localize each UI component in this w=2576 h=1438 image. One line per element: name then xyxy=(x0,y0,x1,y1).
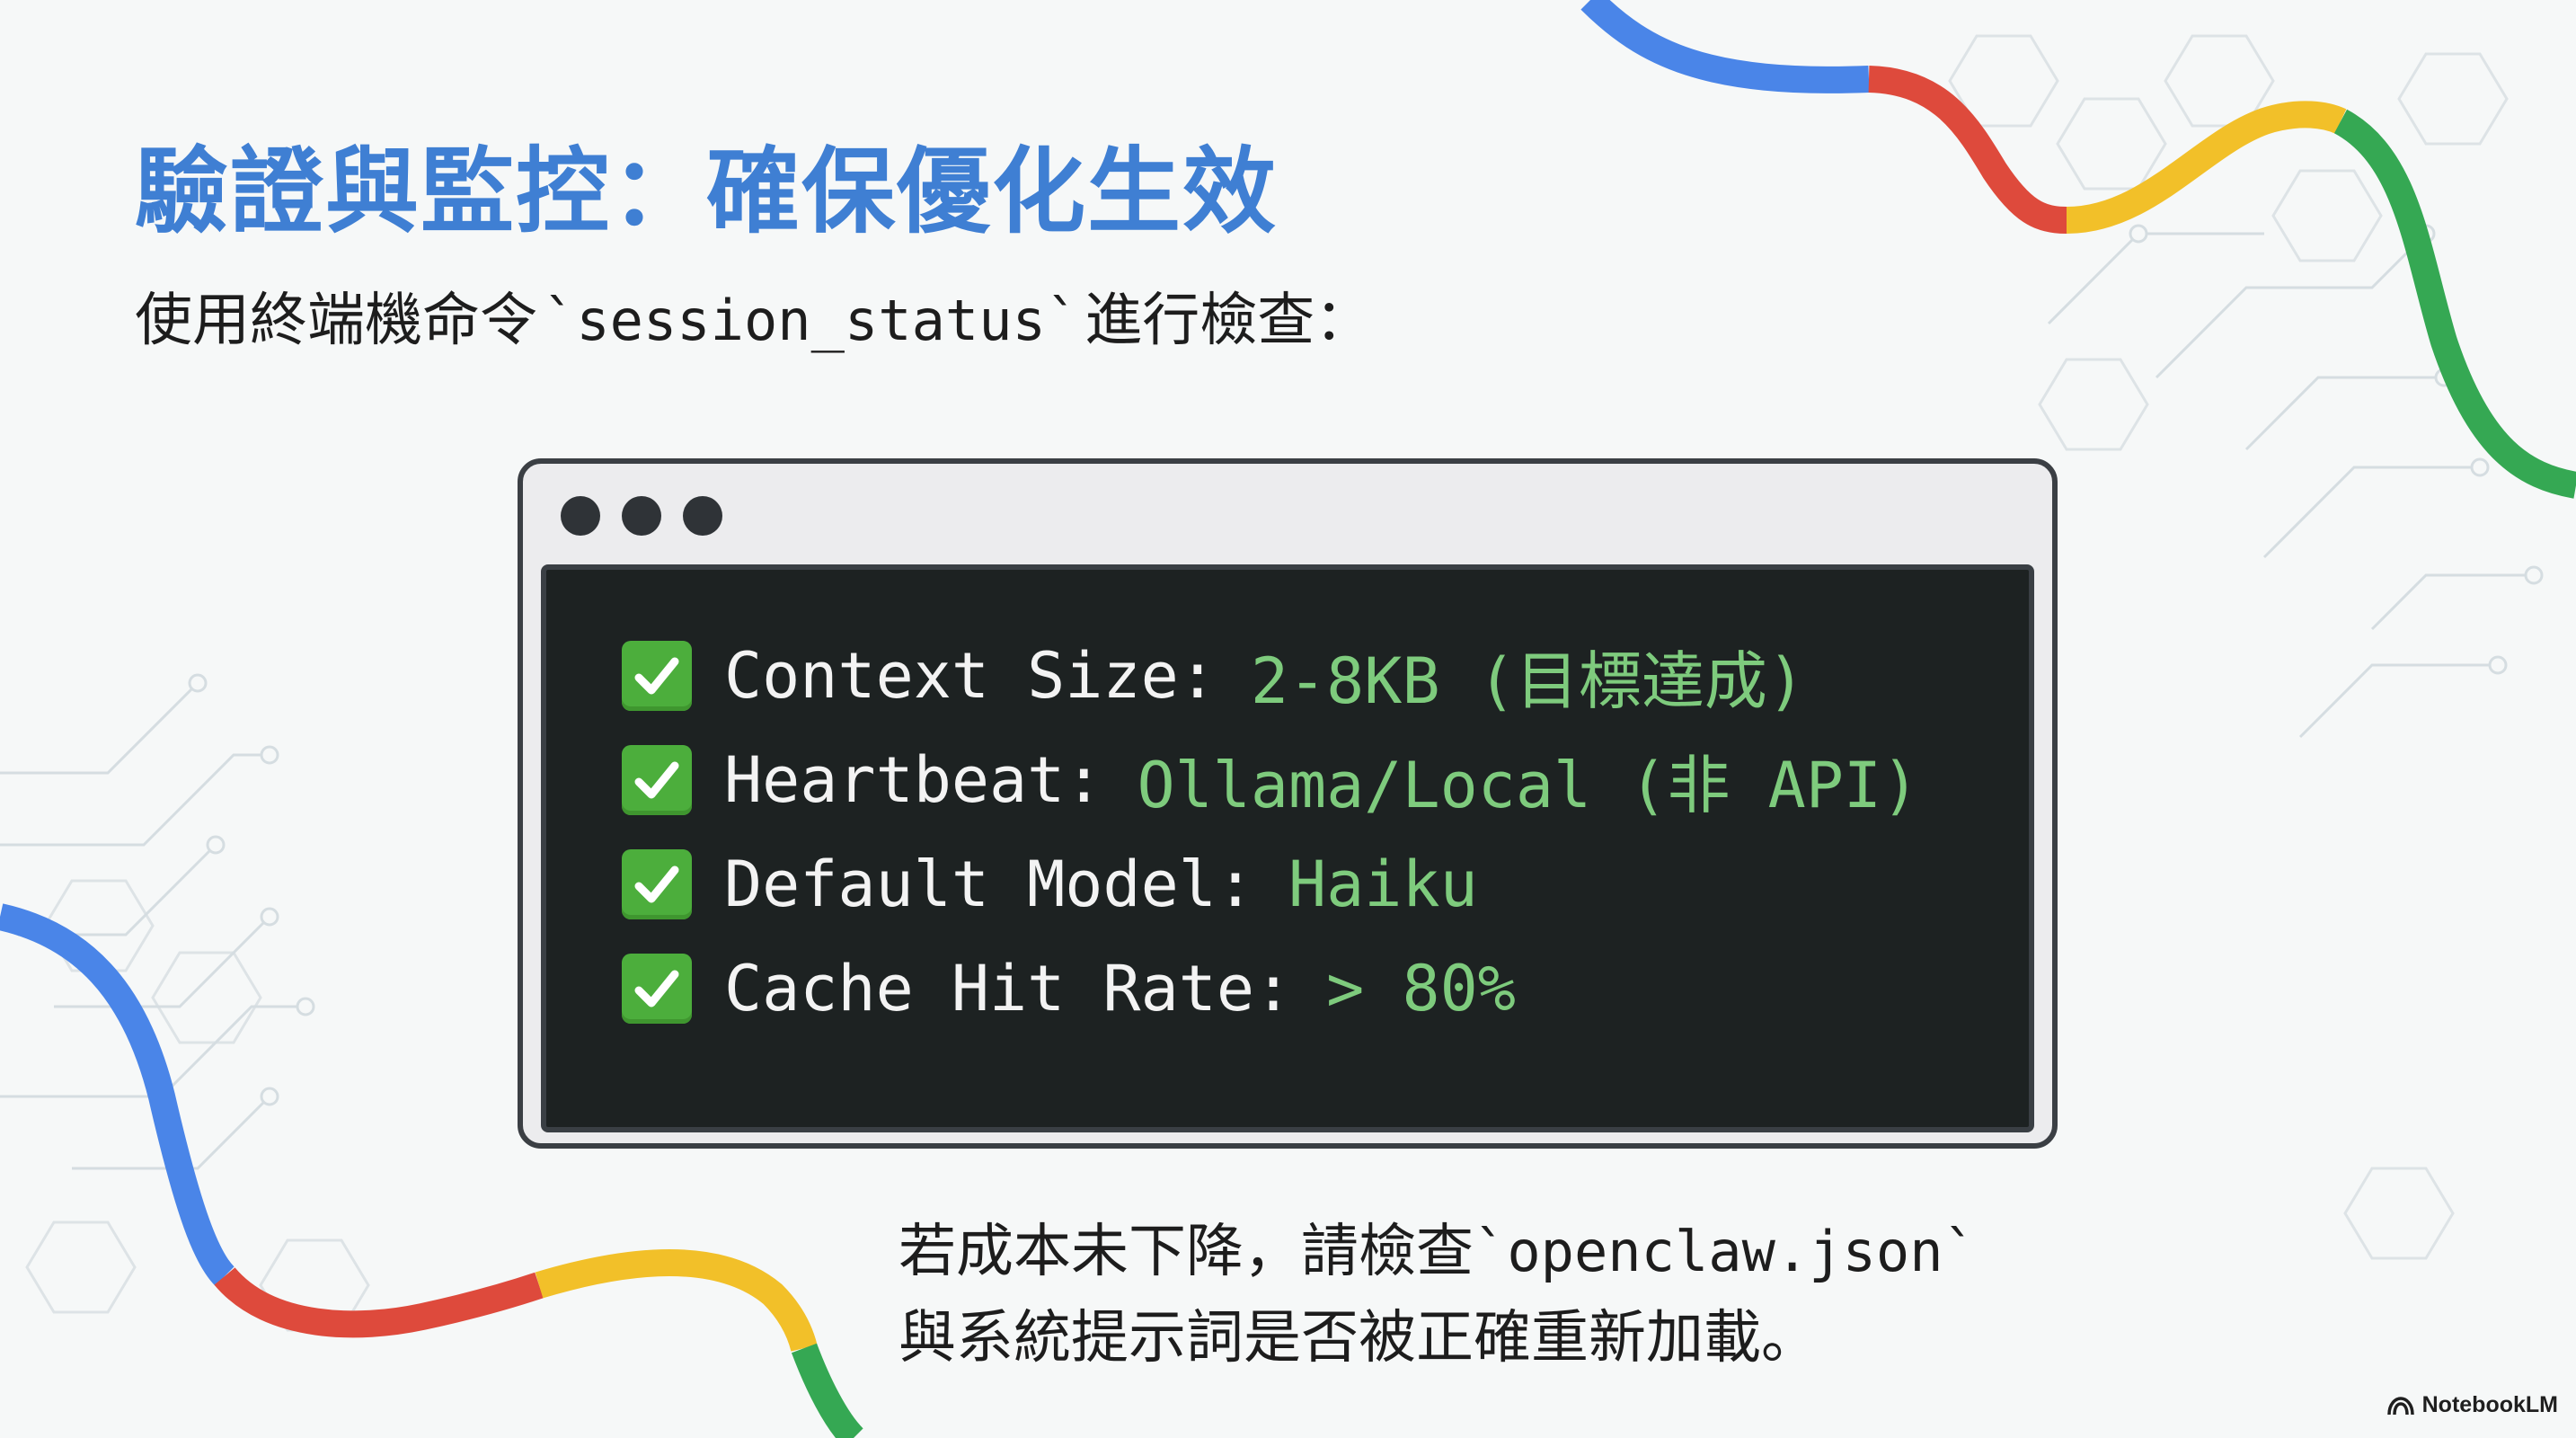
window-dot-icon xyxy=(622,496,661,536)
brand-name: NotebookLM xyxy=(2421,1392,2558,1417)
status-line-heartbeat: Heartbeat: Ollama/Local (非 API) xyxy=(546,728,2029,832)
subtitle: 使用終端機命令 `session_status` 進行檢查： xyxy=(135,274,1372,357)
window-dot-icon xyxy=(561,496,600,536)
status-value: 2-8KB (目標達成) xyxy=(1250,644,1806,718)
status-line-cache-hit-rate: Cache Hit Rate: > 80% xyxy=(546,936,2029,1041)
status-key: Context Size: xyxy=(724,639,1217,713)
status-value: Ollama/Local (非 API) xyxy=(1137,748,1920,822)
status-line-default-model: Default Model: Haiku xyxy=(546,832,2029,936)
green-checkmark-icon xyxy=(622,954,692,1024)
green-checkmark-icon xyxy=(622,641,692,711)
terminal-screen: Context Size: 2-8KB (目標達成) Heartbeat: Ol… xyxy=(541,564,2034,1132)
status-line-context-size: Context Size: 2-8KB (目標達成) xyxy=(546,624,2029,728)
status-value: Haiku xyxy=(1288,848,1478,921)
status-key: Default Model: xyxy=(724,848,1255,921)
status-key: Cache Hit Rate: xyxy=(724,952,1293,1025)
window-controls xyxy=(561,496,722,536)
subtitle-suffix: 進行檢查： xyxy=(1084,288,1373,354)
footer-line-1: 若成本未下降，請檢查`openclaw.json` xyxy=(899,1209,1977,1295)
green-checkmark-icon xyxy=(622,849,692,919)
footer-line-1-prefix: 若成本未下降，請檢查 xyxy=(899,1219,1474,1285)
subtitle-command: `session_status` xyxy=(543,288,1080,353)
slide-title: 驗證與監控：確保優化生效 xyxy=(135,137,1279,246)
footer-config-file: `openclaw.json` xyxy=(1474,1219,1977,1284)
window-dot-icon xyxy=(683,496,722,536)
status-key: Heartbeat: xyxy=(724,743,1103,817)
footer-note: 若成本未下降，請檢查`openclaw.json` 與系統提示詞是否被正確重新加… xyxy=(899,1209,1977,1381)
terminal-window: Context Size: 2-8KB (目標達成) Heartbeat: Ol… xyxy=(518,458,2058,1149)
brand-watermark: NotebookLM xyxy=(2386,1392,2558,1418)
notebooklm-logo-icon xyxy=(2386,1396,2414,1415)
status-value: > 80% xyxy=(1326,952,1516,1025)
footer-line-2: 與系統提示詞是否被正確重新加載。 xyxy=(899,1305,1819,1371)
subtitle-prefix: 使用終端機命令 xyxy=(135,288,537,354)
green-checkmark-icon xyxy=(622,745,692,815)
